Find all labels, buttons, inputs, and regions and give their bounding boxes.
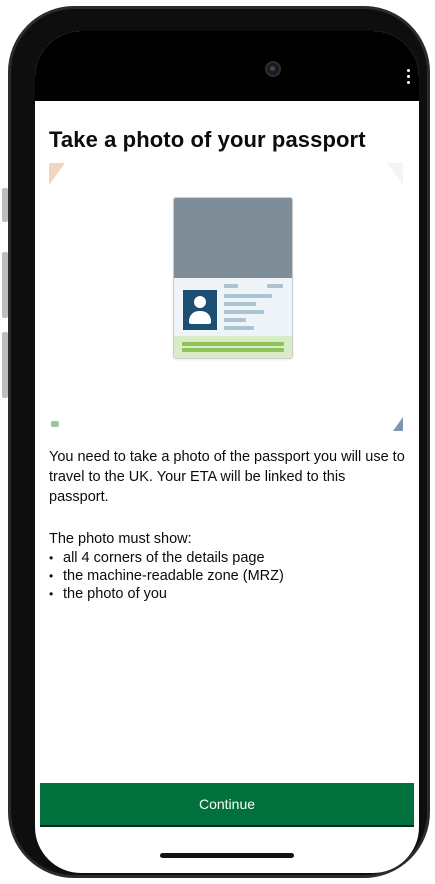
detail-line [224,326,254,330]
frame-corner-bottom-right [393,417,403,431]
detail-line [224,284,238,288]
detail-line [224,318,246,322]
passport-details-page [174,278,292,358]
detail-line [267,284,283,288]
passport-illustration [49,163,403,431]
app-screen: Take a photo of your passport You need t… [35,31,419,873]
page-title: Take a photo of your passport [49,127,366,152]
frame-corner-bottom-left [51,421,59,427]
phone-frame: Take a photo of your passport You need t… [8,6,430,878]
passport-photo-icon [183,290,217,330]
continue-button[interactable]: Continue [40,783,414,825]
requirements-title: The photo must show: [49,531,192,547]
more-vertical-icon[interactable] [407,69,411,85]
passport-cover [174,198,292,278]
frame-corner-top-left [49,163,65,185]
detail-line [224,294,272,298]
list-item: the photo of you [49,585,407,603]
mrz-line [182,342,284,346]
detail-line [224,302,256,306]
status-bar [35,31,419,101]
requirements-list: all 4 corners of the details page the ma… [49,549,407,603]
intro-text: You need to take a photo of the passport… [49,449,405,505]
frame-corner-top-right [387,163,403,185]
passport-icon [173,197,293,359]
front-camera [265,61,281,77]
mrz-zone [174,336,292,358]
list-item: all 4 corners of the details page [49,549,407,567]
detail-line [224,310,264,314]
home-indicator[interactable] [160,853,294,858]
mrz-line [182,348,284,352]
list-item: the machine-readable zone (MRZ) [49,567,407,585]
